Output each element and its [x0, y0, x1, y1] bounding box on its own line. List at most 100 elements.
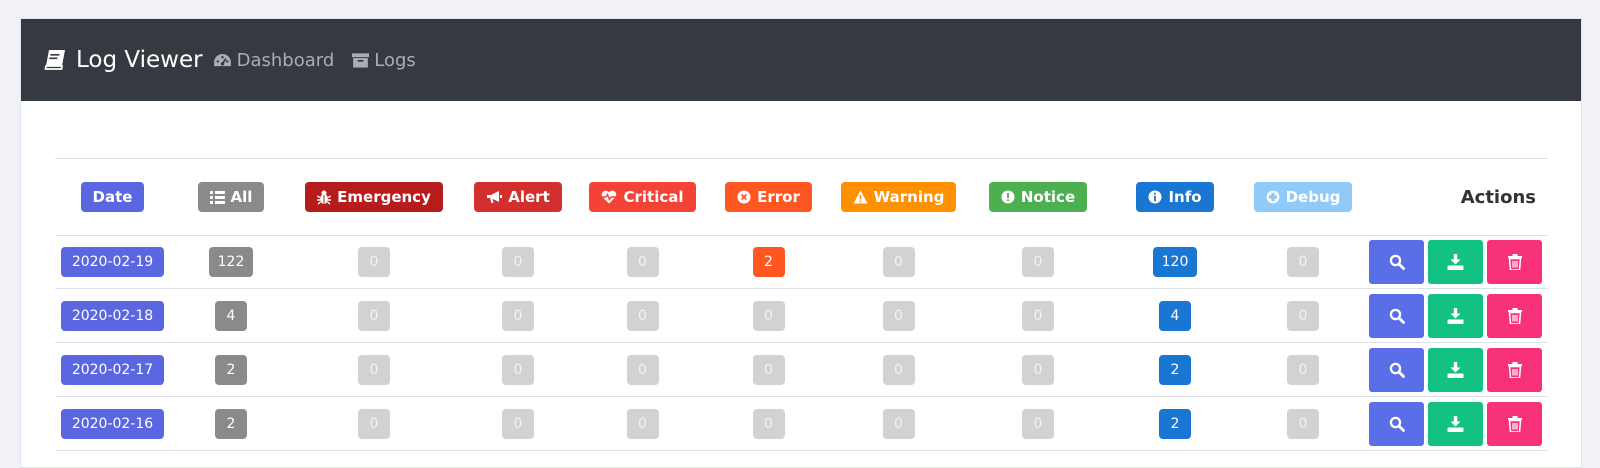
show-button[interactable]: [1369, 293, 1424, 338]
brand-link[interactable]: Log Viewer: [43, 47, 203, 73]
delete-button[interactable]: [1487, 293, 1542, 338]
table-row: 2020-02-16 2 0 0 0 0 0 0 2 0: [55, 396, 1548, 451]
cell-notice: 0: [965, 396, 1111, 451]
show-button[interactable]: [1369, 347, 1424, 392]
delete-button[interactable]: [1487, 347, 1542, 392]
cell-warning: 0: [832, 288, 965, 343]
count-badge-notice: 0: [1022, 408, 1054, 439]
count-badge-info[interactable]: 4: [1159, 300, 1191, 331]
logs-table: Date All Emergency Alert Critical Error …: [55, 158, 1548, 451]
cell-actions: [1367, 288, 1548, 343]
cell-all: 2: [170, 396, 292, 451]
th-info: Info: [1111, 158, 1239, 236]
date-badge[interactable]: 2020-02-19: [60, 247, 165, 277]
archive-icon: [352, 53, 370, 68]
book-icon: [44, 50, 65, 70]
date-badge[interactable]: 2020-02-16: [60, 408, 165, 439]
table-row: 2020-02-17 2 0 0 0 0 0 0 2 0: [55, 342, 1548, 397]
delete-button[interactable]: [1487, 240, 1542, 284]
count-badge-info[interactable]: 2: [1159, 354, 1191, 385]
count-badge-info[interactable]: 2: [1159, 408, 1191, 439]
trash-icon: [1507, 254, 1522, 270]
notice-header-badge: Notice: [988, 182, 1088, 212]
cell-error: 0: [705, 396, 832, 451]
all-header-badge: All: [197, 182, 265, 212]
row-actions: [1367, 293, 1548, 338]
date-badge[interactable]: 2020-02-17: [60, 354, 165, 385]
count-badge-warning: 0: [882, 300, 915, 331]
download-button[interactable]: [1428, 240, 1483, 284]
table-row: 2020-02-19 122 0 0 0 2 0 0 120 0: [55, 235, 1548, 289]
cell-critical: 0: [580, 288, 705, 343]
alert-header-badge: Alert: [474, 182, 562, 212]
info-header-badge: Info: [1136, 182, 1214, 212]
cell-date: 2020-02-19: [55, 235, 170, 289]
download-button[interactable]: [1428, 293, 1483, 338]
cell-critical: 0: [580, 235, 705, 289]
delete-button[interactable]: [1487, 401, 1542, 446]
cell-notice: 0: [965, 342, 1111, 397]
count-badge-alert: 0: [502, 354, 534, 385]
search-icon: [1389, 416, 1405, 432]
download-button[interactable]: [1428, 401, 1483, 446]
th-emergency: Emergency: [292, 158, 456, 236]
cell-emergency: 0: [292, 288, 456, 343]
debug-header-badge: Debug: [1253, 182, 1353, 212]
cell-actions: [1367, 396, 1548, 451]
brand-title: Log Viewer: [76, 47, 203, 73]
cell-critical: 0: [580, 396, 705, 451]
show-button[interactable]: [1369, 401, 1424, 446]
emergency-header-badge: Emergency: [305, 182, 443, 212]
cell-debug: 0: [1239, 235, 1367, 289]
cell-info: 2: [1111, 396, 1239, 451]
nav-link-label: Logs: [374, 49, 416, 71]
count-badge-debug: 0: [1287, 408, 1319, 439]
count-badge-info[interactable]: 120: [1152, 247, 1198, 277]
search-icon: [1389, 308, 1405, 324]
trash-icon: [1507, 361, 1522, 378]
count-badge-error[interactable]: 2: [752, 247, 785, 277]
trash-icon: [1507, 307, 1522, 324]
cell-debug: 0: [1239, 288, 1367, 343]
nav-link-label: Dashboard: [236, 49, 335, 71]
count-badge-critical: 0: [626, 300, 659, 331]
count-badge-emergency: 0: [358, 408, 390, 439]
download-button[interactable]: [1428, 347, 1483, 392]
log-viewer-card: Log Viewer Dashboard Logs Date All Emerg…: [20, 18, 1582, 468]
table-header-row: Date All Emergency Alert Critical Error …: [55, 158, 1548, 236]
cell-emergency: 0: [292, 235, 456, 289]
cell-error: 0: [705, 288, 832, 343]
cell-alert: 0: [456, 288, 580, 343]
cell-notice: 0: [965, 288, 1111, 343]
cell-error: 0: [705, 342, 832, 397]
cell-notice: 0: [965, 235, 1111, 289]
search-icon: [1389, 254, 1405, 270]
show-button[interactable]: [1369, 240, 1424, 284]
cell-debug: 0: [1239, 396, 1367, 451]
cell-date: 2020-02-18: [55, 288, 170, 343]
cell-info: 2: [1111, 342, 1239, 397]
nav-link-dashboard[interactable]: Dashboard: [213, 49, 335, 71]
th-all: All: [170, 158, 292, 236]
heartbeat-icon: [602, 190, 617, 204]
navbar: Log Viewer Dashboard Logs: [21, 19, 1581, 101]
warning-header-badge: Warning: [840, 182, 957, 212]
table-row: 2020-02-18 4 0 0 0 0 0 0 4 0: [55, 288, 1548, 343]
list-icon: [209, 190, 225, 204]
th-debug: Debug: [1239, 158, 1367, 236]
cell-actions: [1367, 342, 1548, 397]
count-badge-debug: 0: [1287, 300, 1319, 331]
cell-info: 120: [1111, 235, 1239, 289]
nav-link-logs[interactable]: Logs: [352, 50, 416, 71]
count-badge-debug: 0: [1287, 354, 1319, 385]
date-header-badge: Date: [80, 182, 145, 212]
date-badge[interactable]: 2020-02-18: [60, 300, 165, 331]
count-badge-emergency: 0: [358, 247, 390, 277]
count-badge-warning: 0: [882, 354, 915, 385]
cell-warning: 0: [832, 235, 965, 289]
cell-critical: 0: [580, 342, 705, 397]
count-badge-alert: 0: [502, 408, 534, 439]
error-header-badge: Error: [725, 182, 812, 212]
th-actions: Actions: [1367, 158, 1548, 236]
cell-warning: 0: [832, 396, 965, 451]
